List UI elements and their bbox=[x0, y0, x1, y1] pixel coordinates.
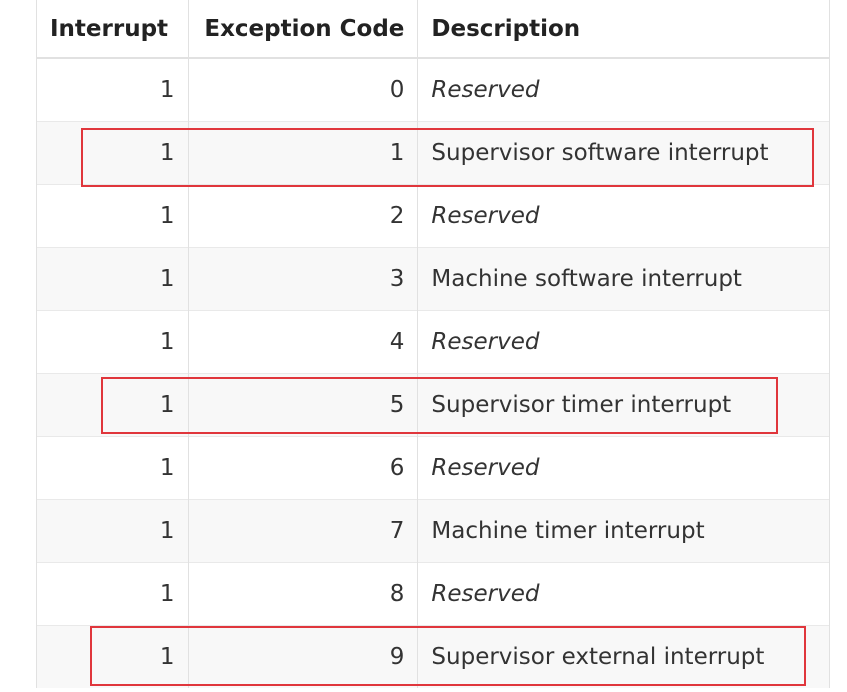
table-row: 1 6 Reserved bbox=[36, 436, 830, 500]
cell-exception-code: 4 bbox=[187, 310, 419, 374]
table-row: 1 8 Reserved bbox=[36, 562, 830, 626]
cell-interrupt: 1 bbox=[36, 499, 189, 563]
cell-description: Supervisor timer interrupt bbox=[417, 373, 830, 437]
cell-interrupt: 1 bbox=[36, 247, 189, 311]
table-row: 1 1 Supervisor software interrupt bbox=[36, 121, 830, 185]
table-row: 1 9 Supervisor external interrupt bbox=[36, 625, 830, 688]
cell-interrupt: 1 bbox=[36, 625, 189, 688]
cell-interrupt: 1 bbox=[36, 121, 189, 185]
cell-exception-code: 3 bbox=[187, 247, 419, 311]
cell-exception-code: 2 bbox=[187, 184, 419, 248]
page: Interrupt Exception Code Description 1 0… bbox=[0, 0, 847, 692]
cell-interrupt: 1 bbox=[36, 562, 189, 626]
interrupt-table: Interrupt Exception Code Description 1 0… bbox=[36, 0, 830, 688]
cell-description: Reserved bbox=[417, 184, 830, 248]
table-header-row: Interrupt Exception Code Description bbox=[36, 0, 830, 59]
cell-interrupt: 1 bbox=[36, 310, 189, 374]
cell-exception-code: 8 bbox=[187, 562, 419, 626]
table-row: 1 0 Reserved bbox=[36, 57, 830, 122]
cell-interrupt: 1 bbox=[36, 373, 189, 437]
cell-description: Reserved bbox=[417, 436, 830, 500]
table-row: 1 4 Reserved bbox=[36, 310, 830, 374]
cell-description: Machine software interrupt bbox=[417, 247, 830, 311]
table-row: 1 7 Machine timer interrupt bbox=[36, 499, 830, 563]
cell-exception-code: 9 bbox=[187, 625, 419, 688]
cell-exception-code: 7 bbox=[187, 499, 419, 563]
cell-exception-code: 6 bbox=[187, 436, 419, 500]
header-interrupt: Interrupt bbox=[36, 0, 189, 59]
table-row: 1 5 Supervisor timer interrupt bbox=[36, 373, 830, 437]
header-exception-code: Exception Code bbox=[187, 0, 419, 59]
table-row: 1 3 Machine software interrupt bbox=[36, 247, 830, 311]
cell-description: Reserved bbox=[417, 57, 830, 122]
cell-description: Supervisor software interrupt bbox=[417, 121, 830, 185]
cell-description: Machine timer interrupt bbox=[417, 499, 830, 563]
cell-exception-code: 0 bbox=[187, 57, 419, 122]
cell-interrupt: 1 bbox=[36, 436, 189, 500]
cell-description: Supervisor external interrupt bbox=[417, 625, 830, 688]
cell-exception-code: 1 bbox=[187, 121, 419, 185]
cell-interrupt: 1 bbox=[36, 184, 189, 248]
cell-description: Reserved bbox=[417, 562, 830, 626]
cell-interrupt: 1 bbox=[36, 57, 189, 122]
cell-description: Reserved bbox=[417, 310, 830, 374]
header-description: Description bbox=[417, 0, 830, 59]
table-row: 1 2 Reserved bbox=[36, 184, 830, 248]
cell-exception-code: 5 bbox=[187, 373, 419, 437]
